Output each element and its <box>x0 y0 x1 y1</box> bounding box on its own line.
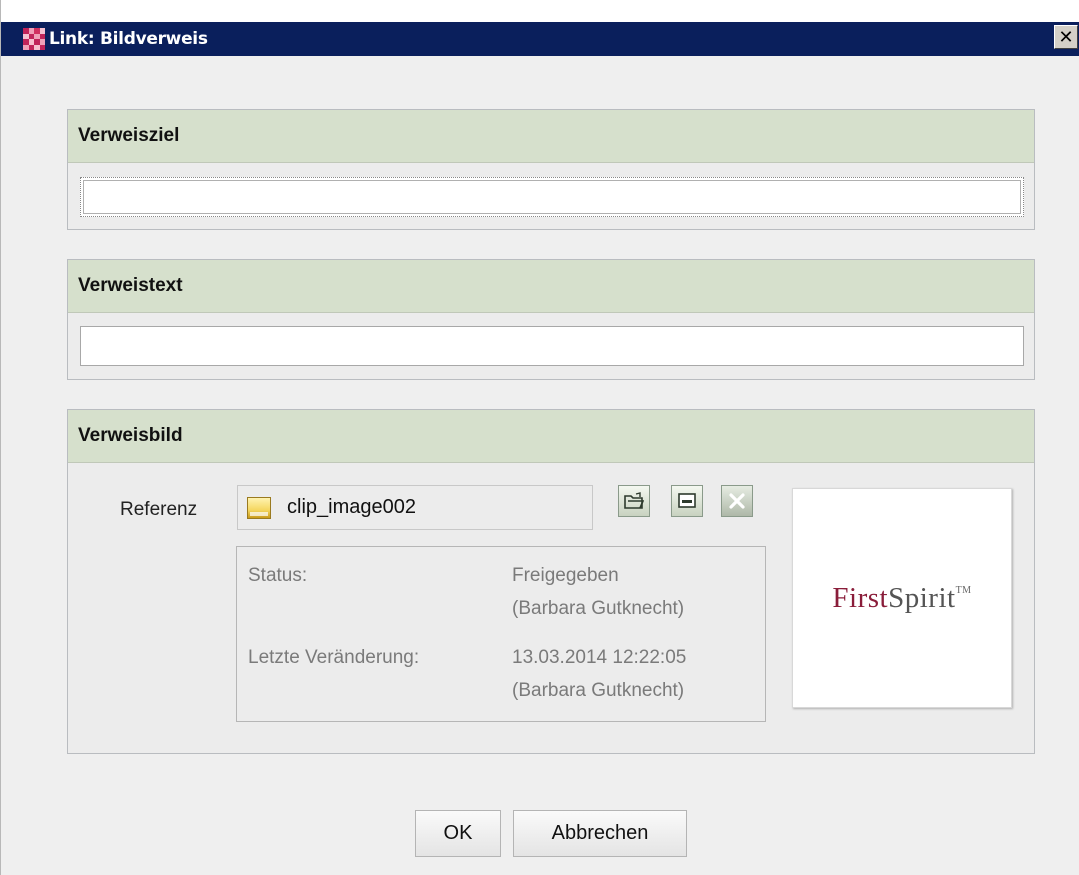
open-folder-icon <box>624 492 644 509</box>
link-dialog: Link: Bildverweis ✕ Verweisziel Verweist… <box>0 0 1079 875</box>
ok-button[interactable]: OK <box>415 810 501 857</box>
status-user: (Barbara Gutknecht) <box>512 598 685 619</box>
status-value: Freigegeben <box>512 565 619 586</box>
image-preview: FirstSpiritTM <box>792 488 1012 708</box>
last-change-value: 13.03.2014 12:22:05 <box>512 647 687 668</box>
close-button[interactable]: ✕ <box>1054 25 1078 49</box>
firstspirit-logo: FirstSpiritTM <box>832 581 972 614</box>
open-reference-button[interactable] <box>618 485 650 517</box>
top-strip <box>1 0 1079 22</box>
status-key: Status: <box>248 565 308 586</box>
remove-reference-button[interactable] <box>721 485 753 517</box>
close-icon: ✕ <box>1058 27 1074 47</box>
reference-label: Referenz <box>120 499 198 520</box>
cancel-button[interactable]: Abbrechen <box>513 810 687 857</box>
last-change-user: (Barbara Gutknecht) <box>512 680 685 701</box>
text-group-title: Verweistext <box>68 260 1034 313</box>
window-title: Link: Bildverweis <box>49 29 208 49</box>
last-change-key: Letzte Veränderung: <box>248 647 420 668</box>
image-group: Verweisbild Referenz clip_image002 Statu… <box>67 409 1035 754</box>
show-reference-button[interactable] <box>671 485 703 517</box>
remove-icon <box>729 493 745 509</box>
reference-info-panel: Status: Freigegeben (Barbara Gutknecht) … <box>236 546 766 722</box>
app-icon <box>23 28 45 50</box>
reference-field[interactable]: clip_image002 <box>237 485 593 530</box>
target-group-title: Verweisziel <box>68 110 1034 163</box>
image-group-title: Verweisbild <box>68 410 1034 463</box>
text-group: Verweistext <box>67 259 1035 380</box>
reference-value: clip_image002 <box>287 496 416 518</box>
title-bar[interactable]: Link: Bildverweis ✕ <box>1 22 1079 56</box>
target-input[interactable] <box>80 177 1024 217</box>
image-icon <box>247 496 271 519</box>
target-group: Verweisziel <box>67 109 1035 230</box>
show-icon <box>678 493 696 508</box>
link-text-input[interactable] <box>80 326 1024 366</box>
